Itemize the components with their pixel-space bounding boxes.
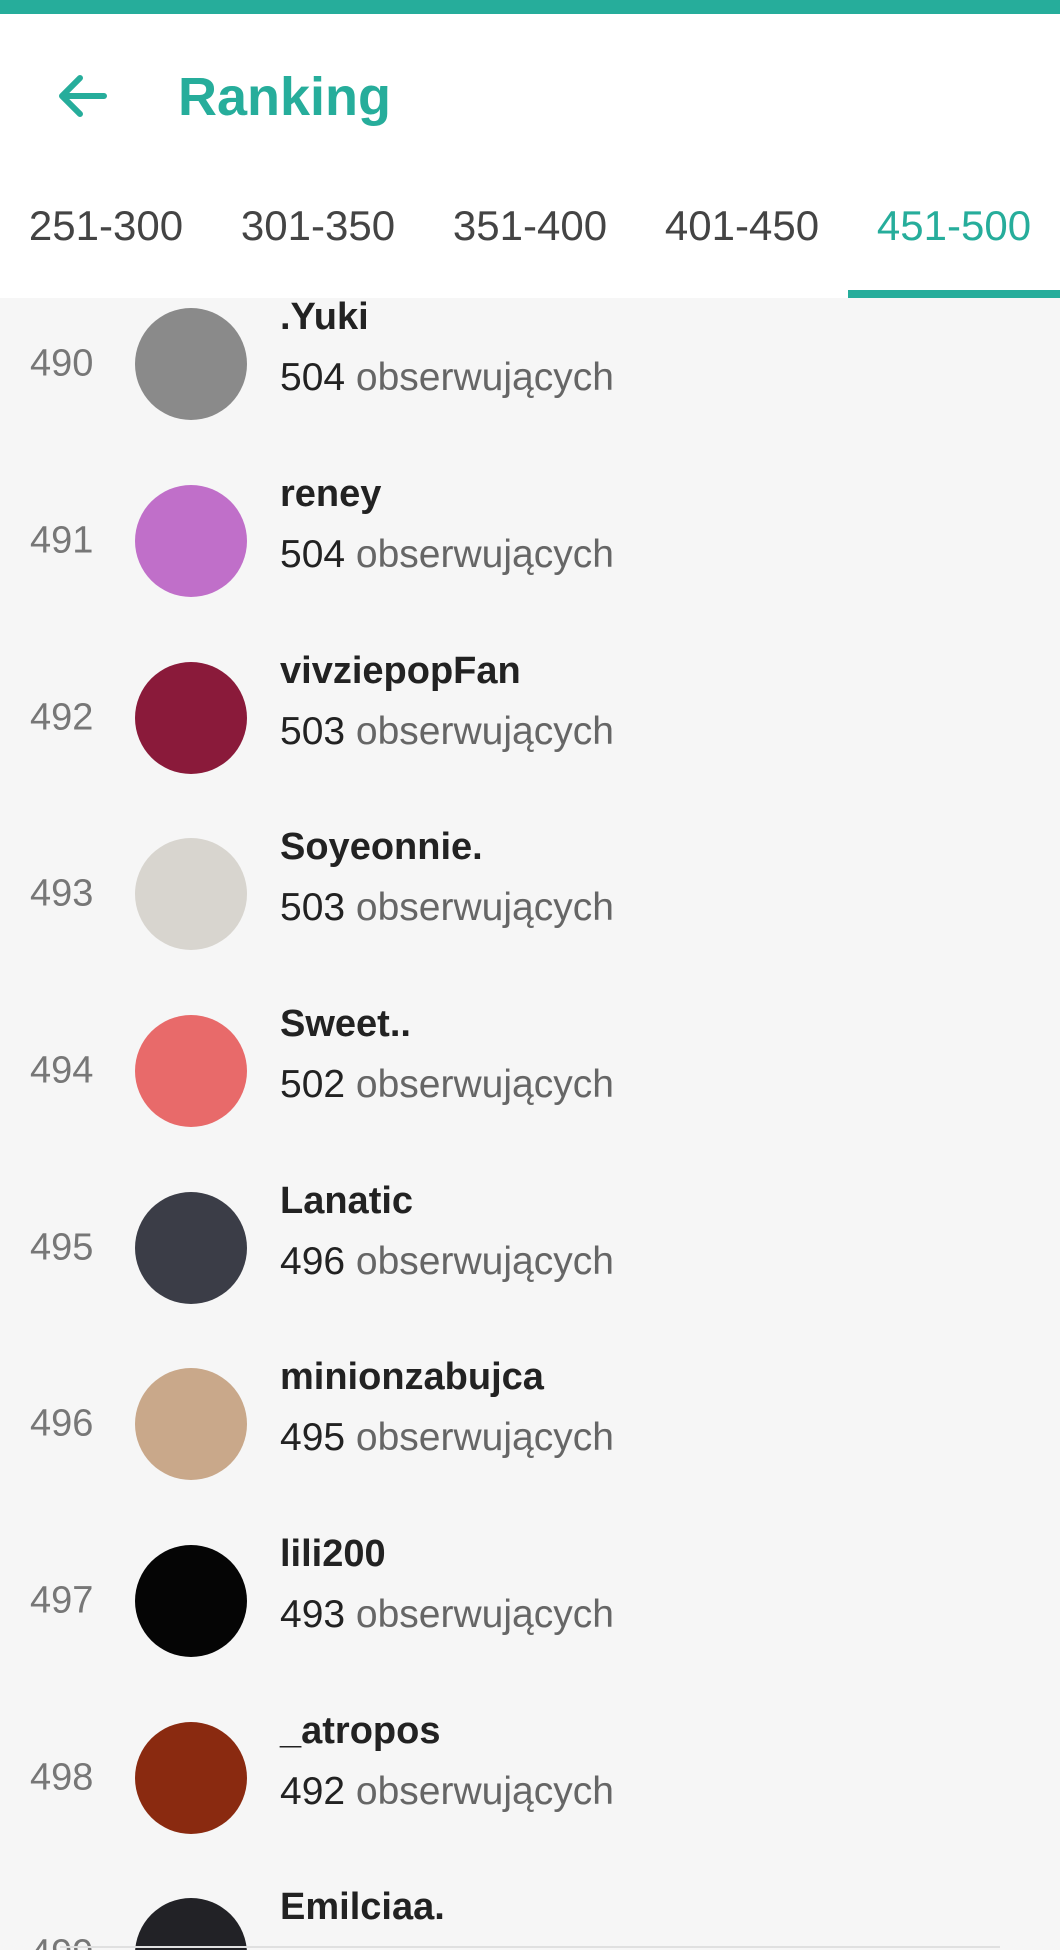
status-bar-strip bbox=[0, 0, 1060, 14]
avatar[interactable] bbox=[135, 1545, 247, 1657]
arrow-left-icon bbox=[59, 75, 107, 117]
active-tab-indicator bbox=[848, 290, 1060, 298]
user-name: Sweet.. bbox=[280, 1003, 411, 1045]
avatar[interactable] bbox=[135, 485, 247, 597]
ranking-list[interactable]: 490 .Yuki 504 obserwujących 491 reney 50… bbox=[0, 298, 1060, 1950]
avatar[interactable] bbox=[135, 662, 247, 774]
list-item[interactable]: 496 minionzabujca 495 obserwujących bbox=[0, 1336, 1060, 1512]
user-name: lili200 bbox=[280, 1533, 386, 1575]
list-item[interactable]: 491 reney 504 obserwujących bbox=[0, 453, 1060, 629]
follower-count: 496 obserwujących bbox=[280, 1240, 614, 1283]
tab-351-400[interactable]: 351-400 bbox=[424, 154, 636, 298]
back-button[interactable] bbox=[52, 66, 112, 126]
user-name: .Yuki bbox=[280, 298, 369, 338]
list-item[interactable]: 490 .Yuki 504 obserwujących bbox=[0, 298, 1060, 452]
follower-count: 504 obserwujących bbox=[280, 356, 614, 399]
list-item[interactable]: 499 Emilciaa. bbox=[0, 1866, 1060, 1950]
tab-251-300[interactable]: 251-300 bbox=[0, 154, 212, 298]
avatar[interactable] bbox=[135, 1192, 247, 1304]
user-name: reney bbox=[280, 473, 382, 515]
app-bar: Ranking bbox=[0, 14, 1060, 154]
list-item[interactable]: 497 lili200 493 obserwujących bbox=[0, 1513, 1060, 1689]
avatar[interactable] bbox=[135, 838, 247, 950]
rank-number: 490 bbox=[30, 342, 94, 385]
list-item[interactable]: 492 vivziepopFan 503 obserwujących bbox=[0, 630, 1060, 806]
tab-301-350[interactable]: 301-350 bbox=[212, 154, 424, 298]
user-name: minionzabujca bbox=[280, 1356, 544, 1398]
user-name: _atropos bbox=[280, 1710, 441, 1752]
follower-count: 493 obserwujących bbox=[280, 1593, 614, 1636]
follower-count: 503 obserwujących bbox=[280, 710, 614, 753]
follower-count: 495 obserwujących bbox=[280, 1416, 614, 1459]
tab-451-500[interactable]: 451-500 bbox=[848, 154, 1060, 298]
rank-number: 493 bbox=[30, 872, 94, 915]
rank-number: 498 bbox=[30, 1756, 94, 1799]
follower-count: 503 obserwujących bbox=[280, 886, 614, 929]
rank-number: 496 bbox=[30, 1402, 94, 1445]
avatar[interactable] bbox=[135, 1015, 247, 1127]
follower-count: 502 obserwujących bbox=[280, 1063, 614, 1106]
avatar[interactable] bbox=[135, 1722, 247, 1834]
rank-number: 495 bbox=[30, 1226, 94, 1269]
avatar[interactable] bbox=[135, 1368, 247, 1480]
list-item[interactable]: 493 Soyeonnie. 503 obserwujących bbox=[0, 806, 1060, 982]
user-name: Soyeonnie. bbox=[280, 826, 483, 868]
rank-number: 492 bbox=[30, 696, 94, 739]
list-item[interactable]: 498 _atropos 492 obserwujących bbox=[0, 1690, 1060, 1866]
user-name: vivziepopFan bbox=[280, 650, 521, 692]
user-name: Emilciaa. bbox=[280, 1886, 445, 1928]
list-item[interactable]: 494 Sweet.. 502 obserwujących bbox=[0, 983, 1060, 1159]
list-item[interactable]: 495 Lanatic 496 obserwujących bbox=[0, 1160, 1060, 1336]
tab-401-450[interactable]: 401-450 bbox=[636, 154, 848, 298]
page-title: Ranking bbox=[178, 67, 392, 127]
user-name: Lanatic bbox=[280, 1180, 414, 1222]
avatar[interactable] bbox=[135, 308, 247, 420]
list-end-divider bbox=[60, 1946, 1000, 1948]
rank-number: 491 bbox=[30, 519, 94, 562]
avatar[interactable] bbox=[135, 1898, 247, 1950]
rank-number: 494 bbox=[30, 1049, 94, 1092]
range-tabs: 251-300 301-350 351-400 401-450 451-500 bbox=[0, 154, 1060, 298]
follower-count: 492 obserwujących bbox=[280, 1770, 614, 1813]
follower-count: 504 obserwujących bbox=[280, 533, 614, 576]
rank-number: 497 bbox=[30, 1579, 94, 1622]
